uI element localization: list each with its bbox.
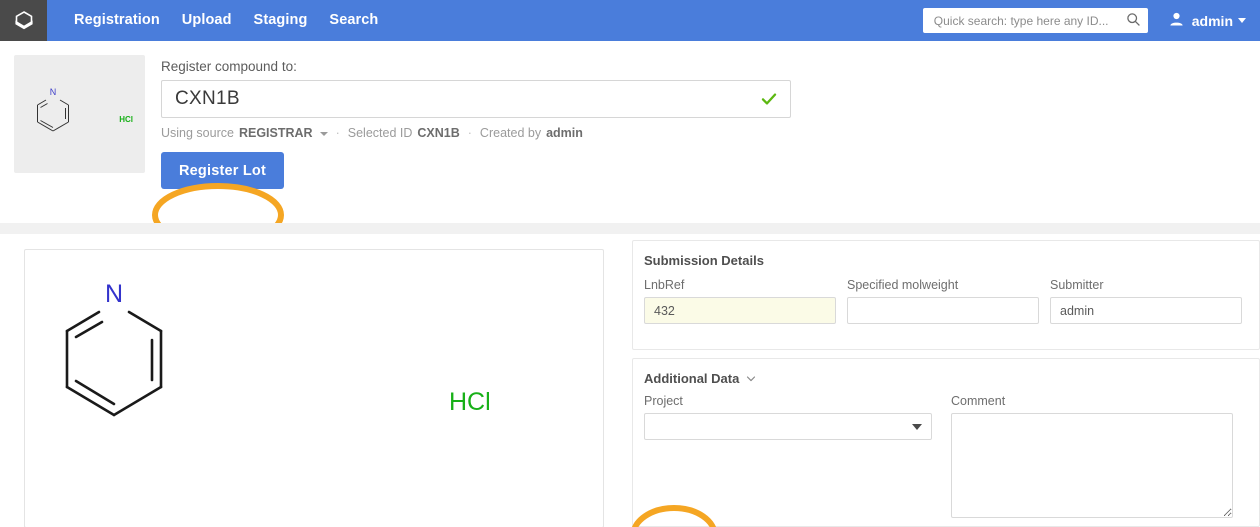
- molweight-label: Specified molweight: [847, 278, 959, 292]
- comment-field-group: Comment: [951, 394, 1233, 518]
- additional-data-row: Project Comment: [633, 386, 1259, 518]
- project-field-group: Project: [644, 394, 932, 518]
- created-by-label: Created by: [479, 126, 542, 140]
- nav-link-registration[interactable]: Registration: [63, 0, 171, 41]
- nav-link-upload[interactable]: Upload: [171, 0, 243, 41]
- cube-logo-icon[interactable]: [0, 0, 47, 41]
- submission-details-title: Submission Details: [644, 253, 764, 268]
- svg-text:N: N: [50, 87, 57, 97]
- nav-link-search[interactable]: Search: [318, 0, 389, 41]
- molecule-drawing: N: [65, 280, 163, 417]
- user-name: admin: [1191, 12, 1233, 29]
- project-select[interactable]: [644, 413, 932, 440]
- comment-textarea[interactable]: [951, 413, 1233, 518]
- selected-id-label: Selected ID: [347, 126, 413, 140]
- molweight-field-group: Specified molweight: [847, 278, 1039, 324]
- thumbnail-molecule: N: [37, 87, 69, 132]
- salt-label: HCl: [449, 388, 491, 416]
- submitter-label: Submitter: [1050, 278, 1104, 292]
- additional-data-title-text: Additional Data: [644, 371, 740, 386]
- thumbnail-salt-label: HCl: [119, 115, 133, 124]
- structure-canvas[interactable]: N HCl: [24, 249, 604, 527]
- using-source-label: Using source: [161, 126, 234, 140]
- compound-id-value: CXN1B: [175, 88, 240, 109]
- source-value[interactable]: REGISTRAR: [239, 126, 313, 140]
- navbar-right: admin: [922, 8, 1260, 33]
- meta-separator-2: ·: [467, 126, 472, 140]
- search-input[interactable]: [931, 9, 1127, 32]
- nav-link-staging[interactable]: Staging: [243, 0, 319, 41]
- meta-separator-1: ·: [335, 126, 340, 140]
- source-caret-down-icon[interactable]: [319, 132, 328, 136]
- project-select-wrap[interactable]: [644, 413, 932, 440]
- molweight-input[interactable]: [847, 297, 1039, 324]
- lnbref-input[interactable]: [644, 297, 836, 324]
- register-lot-button[interactable]: Register Lot: [161, 152, 284, 189]
- registration-section: N HCl Register compound to: CXN1B Using …: [0, 41, 1260, 247]
- nav-links: Registration Upload Staging Search: [63, 0, 389, 41]
- project-label: Project: [644, 394, 683, 408]
- submitter-field-group: Submitter: [1050, 278, 1242, 324]
- structure-thumbnail[interactable]: N HCl: [14, 55, 145, 173]
- lnbref-label: LnbRef: [644, 278, 685, 292]
- register-compound-label: Register compound to:: [161, 59, 297, 74]
- caret-down-icon: [1238, 18, 1246, 23]
- created-by-value: admin: [546, 126, 583, 140]
- additional-data-card: Additional Data Project Comment: [632, 358, 1260, 527]
- additional-data-title[interactable]: Additional Data: [633, 359, 1259, 386]
- search-icon[interactable]: [1126, 12, 1141, 32]
- lnbref-field-group: LnbRef: [644, 278, 836, 324]
- register-compound-area: Register compound to: CXN1B Using source…: [161, 59, 791, 140]
- quick-search-box[interactable]: [922, 8, 1148, 33]
- nitrogen-atom-label: N: [105, 280, 123, 308]
- selected-id-value: CXN1B: [417, 126, 460, 140]
- chevron-down-icon[interactable]: [746, 372, 756, 382]
- submission-fields-row: LnbRef Specified molweight Submitter: [633, 268, 1259, 324]
- compound-id-field[interactable]: CXN1B: [161, 80, 791, 118]
- person-icon: [1168, 11, 1185, 31]
- section-divider: [0, 223, 1260, 234]
- green-check-icon: [761, 91, 777, 112]
- user-menu[interactable]: admin: [1168, 11, 1246, 31]
- structure-panel: N HCl: [0, 234, 617, 527]
- details-section: N HCl Submission Details LnbRef 432 Spec…: [0, 234, 1260, 527]
- submitter-input[interactable]: [1050, 297, 1242, 324]
- comment-label: Comment: [951, 394, 1006, 408]
- app-root: Registration Upload Staging Search Quick…: [0, 0, 1260, 527]
- compound-meta-line: Using source REGISTRAR · Selected ID CXN…: [161, 126, 791, 140]
- submission-details-card: Submission Details LnbRef Specified molw…: [632, 240, 1260, 350]
- top-navbar: Registration Upload Staging Search Quick…: [0, 0, 1260, 41]
